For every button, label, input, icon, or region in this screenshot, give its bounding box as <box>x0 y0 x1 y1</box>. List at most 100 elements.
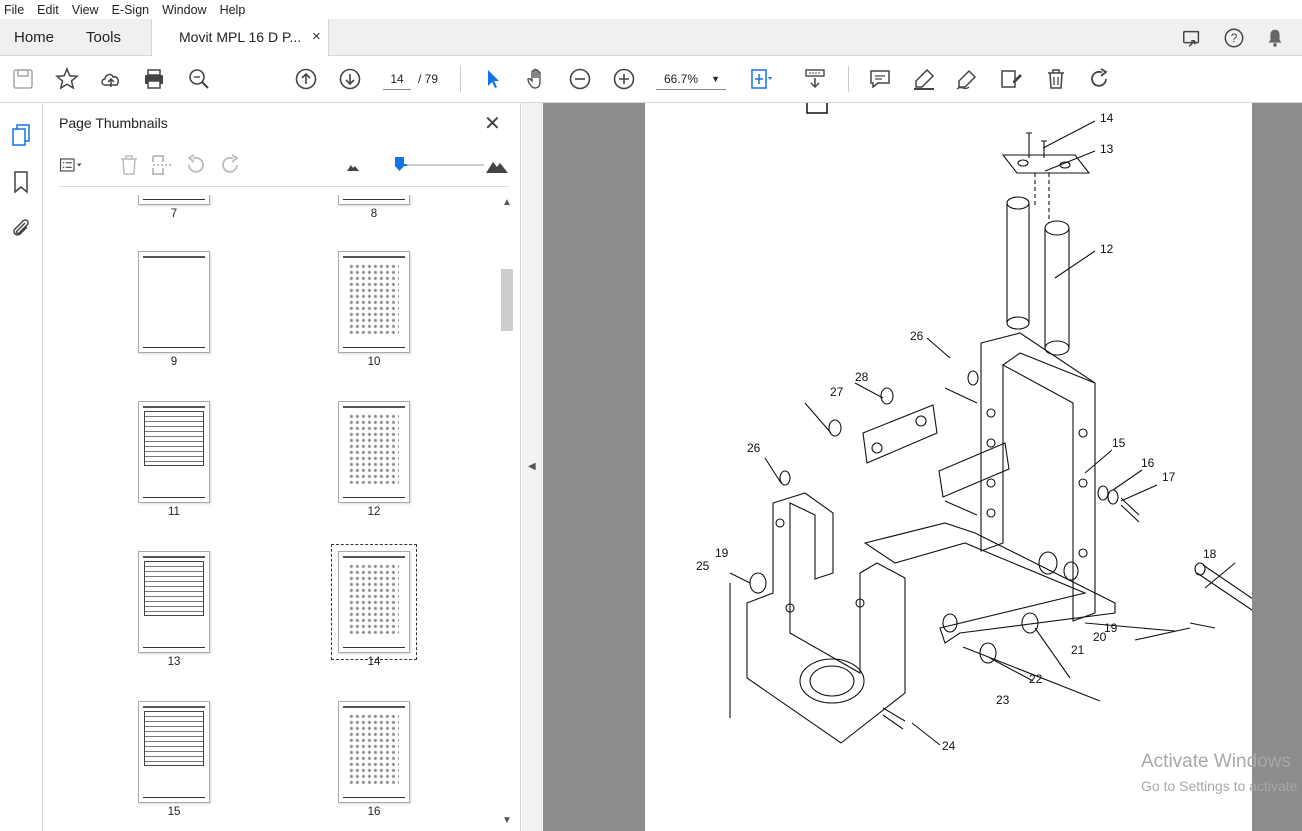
extract-page-icon[interactable] <box>150 153 174 177</box>
thumbnail-table <box>144 561 204 616</box>
tab-document[interactable]: Movit MPL 16 D P... × <box>151 19 329 57</box>
thumbnail-options-menu-icon[interactable] <box>59 153 83 177</box>
page-thumbnail[interactable] <box>138 251 210 353</box>
print-icon[interactable] <box>142 67 166 91</box>
tab-document-title: Movit MPL 16 D P... <box>179 29 302 45</box>
delete-page-icon[interactable] <box>117 153 141 177</box>
toolbar-divider <box>460 66 461 92</box>
zoom-level-value: 66.7% <box>664 72 699 86</box>
save-icon[interactable] <box>11 67 35 91</box>
thumbnail-content <box>343 497 405 498</box>
thumbnail-header <box>143 256 205 258</box>
scroll-mode-icon[interactable] <box>803 67 827 91</box>
exploded-parts-drawing <box>729 103 1252 746</box>
page-thumbnail[interactable] <box>138 401 210 503</box>
rotate-redo-icon[interactable] <box>1087 67 1111 91</box>
page-thumbnail[interactable] <box>138 551 210 653</box>
thumbnail-header <box>143 706 205 708</box>
thumbnail-page-label: 10 <box>367 356 381 368</box>
fill-sign-icon[interactable] <box>999 67 1023 91</box>
delete-trash-icon[interactable] <box>1044 67 1068 91</box>
attachments-paperclip-icon[interactable] <box>9 216 33 240</box>
bookmark-star-icon[interactable] <box>55 67 79 91</box>
page-thumbnails-icon[interactable] <box>9 123 33 147</box>
page-thumbnail[interactable] <box>338 551 410 653</box>
previous-page-icon[interactable] <box>294 67 318 91</box>
highlight-pen-icon[interactable] <box>912 67 936 91</box>
thumbnail-size-slider-handle[interactable] <box>395 157 404 171</box>
thumbnail-size-slider[interactable] <box>399 164 484 166</box>
page-thumbnail[interactable] <box>338 701 410 803</box>
draw-pen-icon[interactable] <box>955 67 979 91</box>
tab-close-button[interactable]: × <box>312 28 321 45</box>
callout-label: 16 <box>1141 456 1155 470</box>
thumbnail-scrollbar[interactable]: ▲ ▼ <box>499 195 515 831</box>
panel-close-button[interactable]: ✕ <box>484 111 501 136</box>
rotate-counterclockwise-icon[interactable] <box>184 153 208 177</box>
thumbnail-header <box>343 706 405 708</box>
thumbnail-table <box>144 411 204 466</box>
thumbnail-header <box>143 406 205 408</box>
panel-collapse-strip[interactable]: ◀ <box>522 103 542 831</box>
page-thumbnail[interactable] <box>338 401 410 503</box>
select-cursor-icon[interactable] <box>481 67 505 91</box>
next-page-icon[interactable] <box>338 67 362 91</box>
page-thumbnail[interactable] <box>138 701 210 803</box>
callout-label: 19 <box>715 546 729 560</box>
notification-bell-icon[interactable] <box>1264 27 1286 49</box>
hand-tool-icon[interactable] <box>524 67 548 91</box>
chevron-down-icon: ▼ <box>711 74 720 84</box>
fit-page-icon[interactable] <box>748 67 772 91</box>
menu-window[interactable]: Window <box>162 3 206 17</box>
zoom-level-select[interactable]: 66.7% ▼ <box>656 68 726 90</box>
page-thumbnail[interactable] <box>138 195 210 205</box>
thumbnail-page-label: 13 <box>167 656 181 668</box>
windows-activation-watermark: Activate Windows <box>1141 751 1291 772</box>
scroll-down-icon[interactable]: ▼ <box>502 815 512 826</box>
zoom-out-icon[interactable] <box>568 67 592 91</box>
page-thumbnail[interactable] <box>338 251 410 353</box>
callout-label: 22 <box>1029 672 1043 686</box>
page-thumbnail[interactable] <box>338 195 410 205</box>
collapse-arrow-icon[interactable]: ◀ <box>528 461 536 472</box>
callout-label: 12 <box>1100 242 1114 256</box>
callout-label: 24 <box>942 739 956 753</box>
menu-esign[interactable]: E-Sign <box>112 3 150 17</box>
thumbnail-content <box>343 347 405 348</box>
thumbnail-drawing <box>349 714 399 784</box>
thumbnail-content <box>343 797 405 798</box>
thumbnail-page-label: 11 <box>168 506 180 518</box>
thumbnail-list: 7 8 9 10 11 12 13 14 15 16 <box>54 195 504 831</box>
thumbnail-drawing <box>349 564 399 634</box>
comment-icon[interactable] <box>868 67 892 91</box>
thumbnail-content <box>143 797 205 798</box>
zoom-in-icon[interactable] <box>612 67 636 91</box>
windows-activation-hint: Go to Settings to activate <box>1141 778 1298 794</box>
thumbnail-smaller-icon[interactable] <box>341 153 365 177</box>
tab-tools[interactable]: Tools <box>86 29 121 46</box>
menu-view[interactable]: View <box>72 3 99 17</box>
main-toolbar: 14 / 79 66.7% ▼ <box>0 56 1302 103</box>
page-thumbnails-panel: Page Thumbnails ✕ 7 8 9 10 11 12 13 14 15 16 ▲ ▼ <box>44 103 521 831</box>
thumbnail-page-label: 7 <box>170 208 178 220</box>
thumbnail-header <box>343 256 405 258</box>
thumbnail-page-label: 8 <box>370 208 378 220</box>
scroll-up-icon[interactable]: ▲ <box>502 197 512 208</box>
thumbnail-toolbar <box>59 143 509 187</box>
bookmarks-icon[interactable] <box>9 170 33 194</box>
thumbnail-content <box>143 647 205 648</box>
page-number-input[interactable]: 14 <box>383 68 411 90</box>
document-view[interactable]: 14 13 12 26 28 27 26 15 16 17 18 19 25 1… <box>543 103 1302 831</box>
rotate-clockwise-icon[interactable] <box>218 153 242 177</box>
upload-cloud-icon[interactable] <box>99 67 123 91</box>
scrollbar-thumb[interactable] <box>501 269 513 331</box>
thumbnail-larger-icon[interactable] <box>485 153 509 177</box>
menu-help[interactable]: Help <box>220 3 246 17</box>
tab-home[interactable]: Home <box>14 29 54 46</box>
menu-file[interactable]: File <box>4 3 24 17</box>
menu-edit[interactable]: Edit <box>37 3 59 17</box>
search-zoom-icon[interactable] <box>187 67 211 91</box>
thumbnail-page-label: 12 <box>367 506 381 518</box>
help-icon[interactable]: ? <box>1223 27 1245 49</box>
share-screen-icon[interactable] <box>1181 27 1203 49</box>
